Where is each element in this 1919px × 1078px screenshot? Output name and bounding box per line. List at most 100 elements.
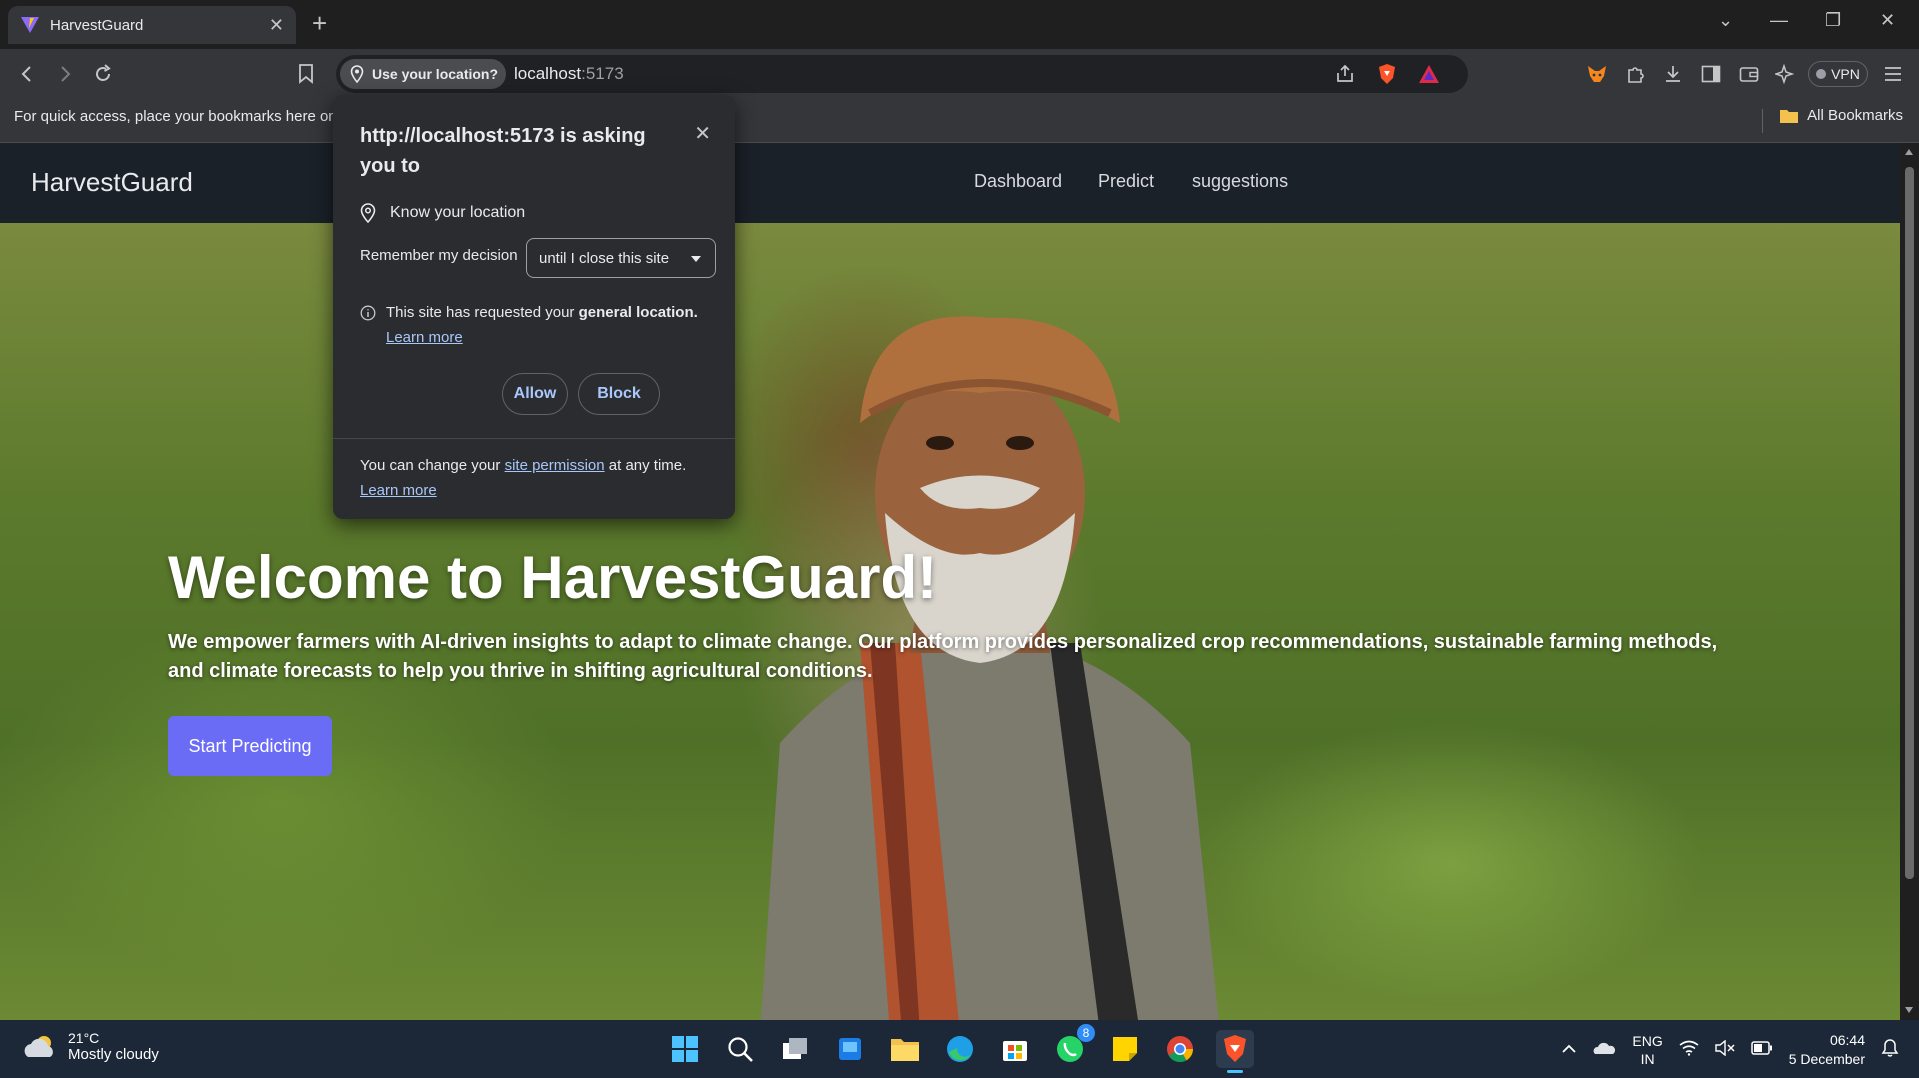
bookmark-icon[interactable] xyxy=(293,61,319,87)
page-scrollbar[interactable] xyxy=(1900,143,1919,1020)
footer-text: You can change your xyxy=(360,457,505,474)
wallet-icon[interactable] xyxy=(1736,61,1762,87)
site-navbar: HarvestGuard Dashboard Predict suggestio… xyxy=(0,143,1900,223)
whatsapp-icon[interactable]: 8 xyxy=(1051,1024,1095,1068)
block-button[interactable]: Block xyxy=(578,373,660,415)
clock[interactable]: 06:44 5 December xyxy=(1789,1031,1865,1069)
active-app-indicator xyxy=(1227,1070,1243,1073)
permission-title: http://localhost:5173 is asking you to xyxy=(360,125,646,177)
brave-rewards-icon[interactable] xyxy=(1416,61,1442,87)
notifications-icon[interactable] xyxy=(1881,1038,1899,1063)
language-indicator[interactable]: ENG IN xyxy=(1632,1032,1662,1068)
extensions-icon[interactable] xyxy=(1622,61,1648,87)
remember-label: Remember my decision xyxy=(360,247,518,264)
weather-widget[interactable]: 21°C Mostly cloudy xyxy=(22,1030,159,1063)
location-permission-chip[interactable]: Use your location? xyxy=(340,59,506,89)
site-brand[interactable]: HarvestGuard xyxy=(31,167,193,198)
permission-footer: You can change your site permission at a… xyxy=(360,453,720,503)
footer-learn-more-link[interactable]: Learn more xyxy=(360,482,437,499)
share-icon[interactable] xyxy=(1332,61,1358,87)
microsoft-store-icon[interactable] xyxy=(996,1030,1034,1068)
minimize-icon[interactable]: — xyxy=(1770,10,1788,31)
whatsapp-badge: 8 xyxy=(1077,1024,1095,1042)
new-tab-icon[interactable]: + xyxy=(312,10,327,36)
chevron-down-icon xyxy=(691,256,701,262)
nav-link-predict[interactable]: Predict xyxy=(1098,171,1154,192)
temperature: 21°C xyxy=(68,1030,100,1046)
browser-tab[interactable]: HarvestGuard ✕ xyxy=(8,6,296,44)
learn-more-link[interactable]: Learn more xyxy=(386,329,463,346)
permission-capability: Know your location xyxy=(360,203,525,223)
tab-search-icon[interactable]: ⌄ xyxy=(1718,10,1733,31)
reload-icon[interactable] xyxy=(90,61,116,87)
tab-strip: HarvestGuard ✕ + ⌄ — ❐ ✕ xyxy=(0,0,1919,49)
windows-taskbar: 21°C Mostly cloudy 8 ENG IN 06:44 5 Dece… xyxy=(0,1020,1919,1078)
allow-button[interactable]: Allow xyxy=(502,373,568,415)
url-text[interactable]: localhost:5173 xyxy=(514,64,624,84)
location-pin-icon xyxy=(360,203,376,223)
chevron-up-icon[interactable] xyxy=(1562,1041,1577,1059)
search-icon[interactable] xyxy=(721,1030,759,1068)
sticky-notes-icon[interactable] xyxy=(1106,1030,1144,1068)
all-bookmarks-label: All Bookmarks xyxy=(1807,107,1903,124)
file-explorer-icon[interactable] xyxy=(886,1030,924,1068)
restore-icon[interactable]: ❐ xyxy=(1825,10,1841,31)
task-view-icon[interactable] xyxy=(776,1030,814,1068)
permission-info: This site has requested your general loc… xyxy=(360,300,720,350)
nav-link-suggestions[interactable]: suggestions xyxy=(1192,171,1288,192)
brave-browser-icon[interactable] xyxy=(1216,1030,1254,1073)
battery-icon[interactable] xyxy=(1750,1040,1773,1060)
address-bar[interactable]: Use your location? localhost:5173 xyxy=(336,55,1468,93)
clock-date: 5 December xyxy=(1788,1051,1865,1067)
vpn-label: VPN xyxy=(1831,66,1860,82)
scroll-down-icon[interactable] xyxy=(1905,1007,1913,1013)
chrome-icon[interactable] xyxy=(1161,1030,1199,1068)
url-host: localhost xyxy=(514,64,582,83)
close-tab-icon[interactable]: ✕ xyxy=(269,15,284,36)
clock-time: 06:44 xyxy=(1829,1032,1865,1048)
page-viewport: HarvestGuard Dashboard Predict suggestio… xyxy=(0,143,1900,1020)
wifi-icon[interactable] xyxy=(1679,1040,1699,1061)
remember-select-value: until I close this site xyxy=(539,249,670,267)
brave-shields-icon[interactable] xyxy=(1374,61,1400,87)
url-port: :5173 xyxy=(581,64,624,83)
tab-title: HarvestGuard xyxy=(50,16,144,34)
vpn-status-icon xyxy=(1816,69,1827,79)
menu-icon[interactable] xyxy=(1880,61,1906,87)
onedrive-icon[interactable] xyxy=(1592,1041,1616,1060)
sidebar-icon[interactable] xyxy=(1698,61,1724,87)
remember-decision-select[interactable]: until I close this site xyxy=(526,238,716,278)
hero-title: Welcome to HarvestGuard! xyxy=(168,544,938,611)
scroll-thumb[interactable] xyxy=(1905,167,1914,879)
start-icon[interactable] xyxy=(666,1030,704,1068)
footer-suffix: at any time. xyxy=(604,457,687,474)
edge-icon[interactable] xyxy=(941,1030,979,1068)
start-predicting-button[interactable]: Start Predicting xyxy=(168,716,332,776)
location-permission-dialog: http://localhost:5173 is asking you to ✕… xyxy=(333,95,735,519)
widgets-icon[interactable] xyxy=(831,1030,869,1068)
all-bookmarks-button[interactable]: All Bookmarks xyxy=(1779,107,1903,124)
bookmarks-divider xyxy=(1762,109,1763,133)
back-icon[interactable] xyxy=(14,61,40,87)
vite-favicon-icon xyxy=(21,17,39,33)
close-window-icon[interactable]: ✕ xyxy=(1880,10,1895,31)
forward-icon[interactable] xyxy=(52,61,78,87)
close-icon[interactable]: ✕ xyxy=(694,121,711,146)
volume-muted-icon[interactable] xyxy=(1715,1039,1735,1061)
info-icon xyxy=(360,305,376,321)
metamask-icon[interactable] xyxy=(1584,61,1610,87)
lang-code: ENG xyxy=(1632,1033,1663,1049)
cloudy-weather-icon xyxy=(24,1035,53,1057)
downloads-icon[interactable] xyxy=(1660,61,1686,87)
browser-toolbar: Use your location? localhost:5173 VPN xyxy=(0,49,1919,99)
folder-icon xyxy=(1780,109,1799,123)
vpn-button[interactable]: VPN xyxy=(1808,61,1868,87)
nav-link-dashboard[interactable]: Dashboard xyxy=(974,171,1062,192)
leo-ai-icon[interactable] xyxy=(1772,61,1798,87)
lang-region: IN xyxy=(1640,1051,1655,1067)
scroll-up-icon[interactable] xyxy=(1905,149,1913,155)
info-text: This site has requested your xyxy=(386,304,579,321)
location-chip-label: Use your location? xyxy=(372,66,499,82)
site-permission-link[interactable]: site permission xyxy=(505,457,605,474)
system-tray: ENG IN 06:44 5 December xyxy=(1562,1028,1899,1072)
